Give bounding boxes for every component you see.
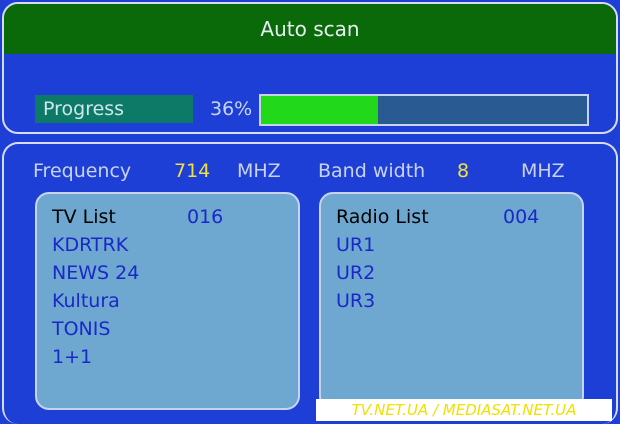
bandwidth-label: Band width	[318, 160, 426, 182]
tv-channel-item: NEWS 24	[52, 262, 140, 284]
site-watermark: TV.NET.UA / MEDIASAT.NET.UA	[316, 399, 612, 421]
tv-channel-item: Kultura	[52, 290, 120, 312]
bandwidth-value: 8	[457, 160, 470, 182]
tv-channel-item: TONIS	[52, 318, 111, 340]
tv-channel-item: KDRTRK	[52, 234, 129, 256]
radio-list-count: 004	[503, 206, 540, 228]
scan-results-panel: Frequency 714 MHZ Band width 8 MHZ TV Li…	[2, 142, 618, 424]
tv-list-box: TV List 016 KDRTRK NEWS 24 Kultura TONIS…	[35, 192, 300, 410]
progress-bar-fill	[261, 96, 379, 124]
radio-list-box: Radio List 004 UR1 UR2 UR3	[319, 192, 584, 410]
progress-percent: 36%	[210, 98, 253, 120]
radio-list-header: Radio List	[336, 206, 429, 228]
radio-channel-item: UR2	[336, 262, 376, 284]
radio-channel-item: UR1	[336, 234, 376, 256]
frequency-value: 714	[174, 160, 211, 182]
tv-list-count: 016	[187, 206, 224, 228]
bandwidth-unit: MHZ	[521, 160, 565, 182]
scan-header-panel: Auto scan Progress 36%	[2, 2, 618, 134]
frequency-unit: MHZ	[237, 160, 281, 182]
frequency-label: Frequency	[33, 160, 132, 182]
progress-label: Progress	[35, 95, 193, 123]
radio-channel-item: UR3	[336, 290, 376, 312]
tv-list-header: TV List	[52, 206, 116, 228]
window-title: Auto scan	[4, 4, 616, 54]
tv-channel-item: 1+1	[52, 346, 93, 368]
progress-bar	[259, 94, 589, 126]
